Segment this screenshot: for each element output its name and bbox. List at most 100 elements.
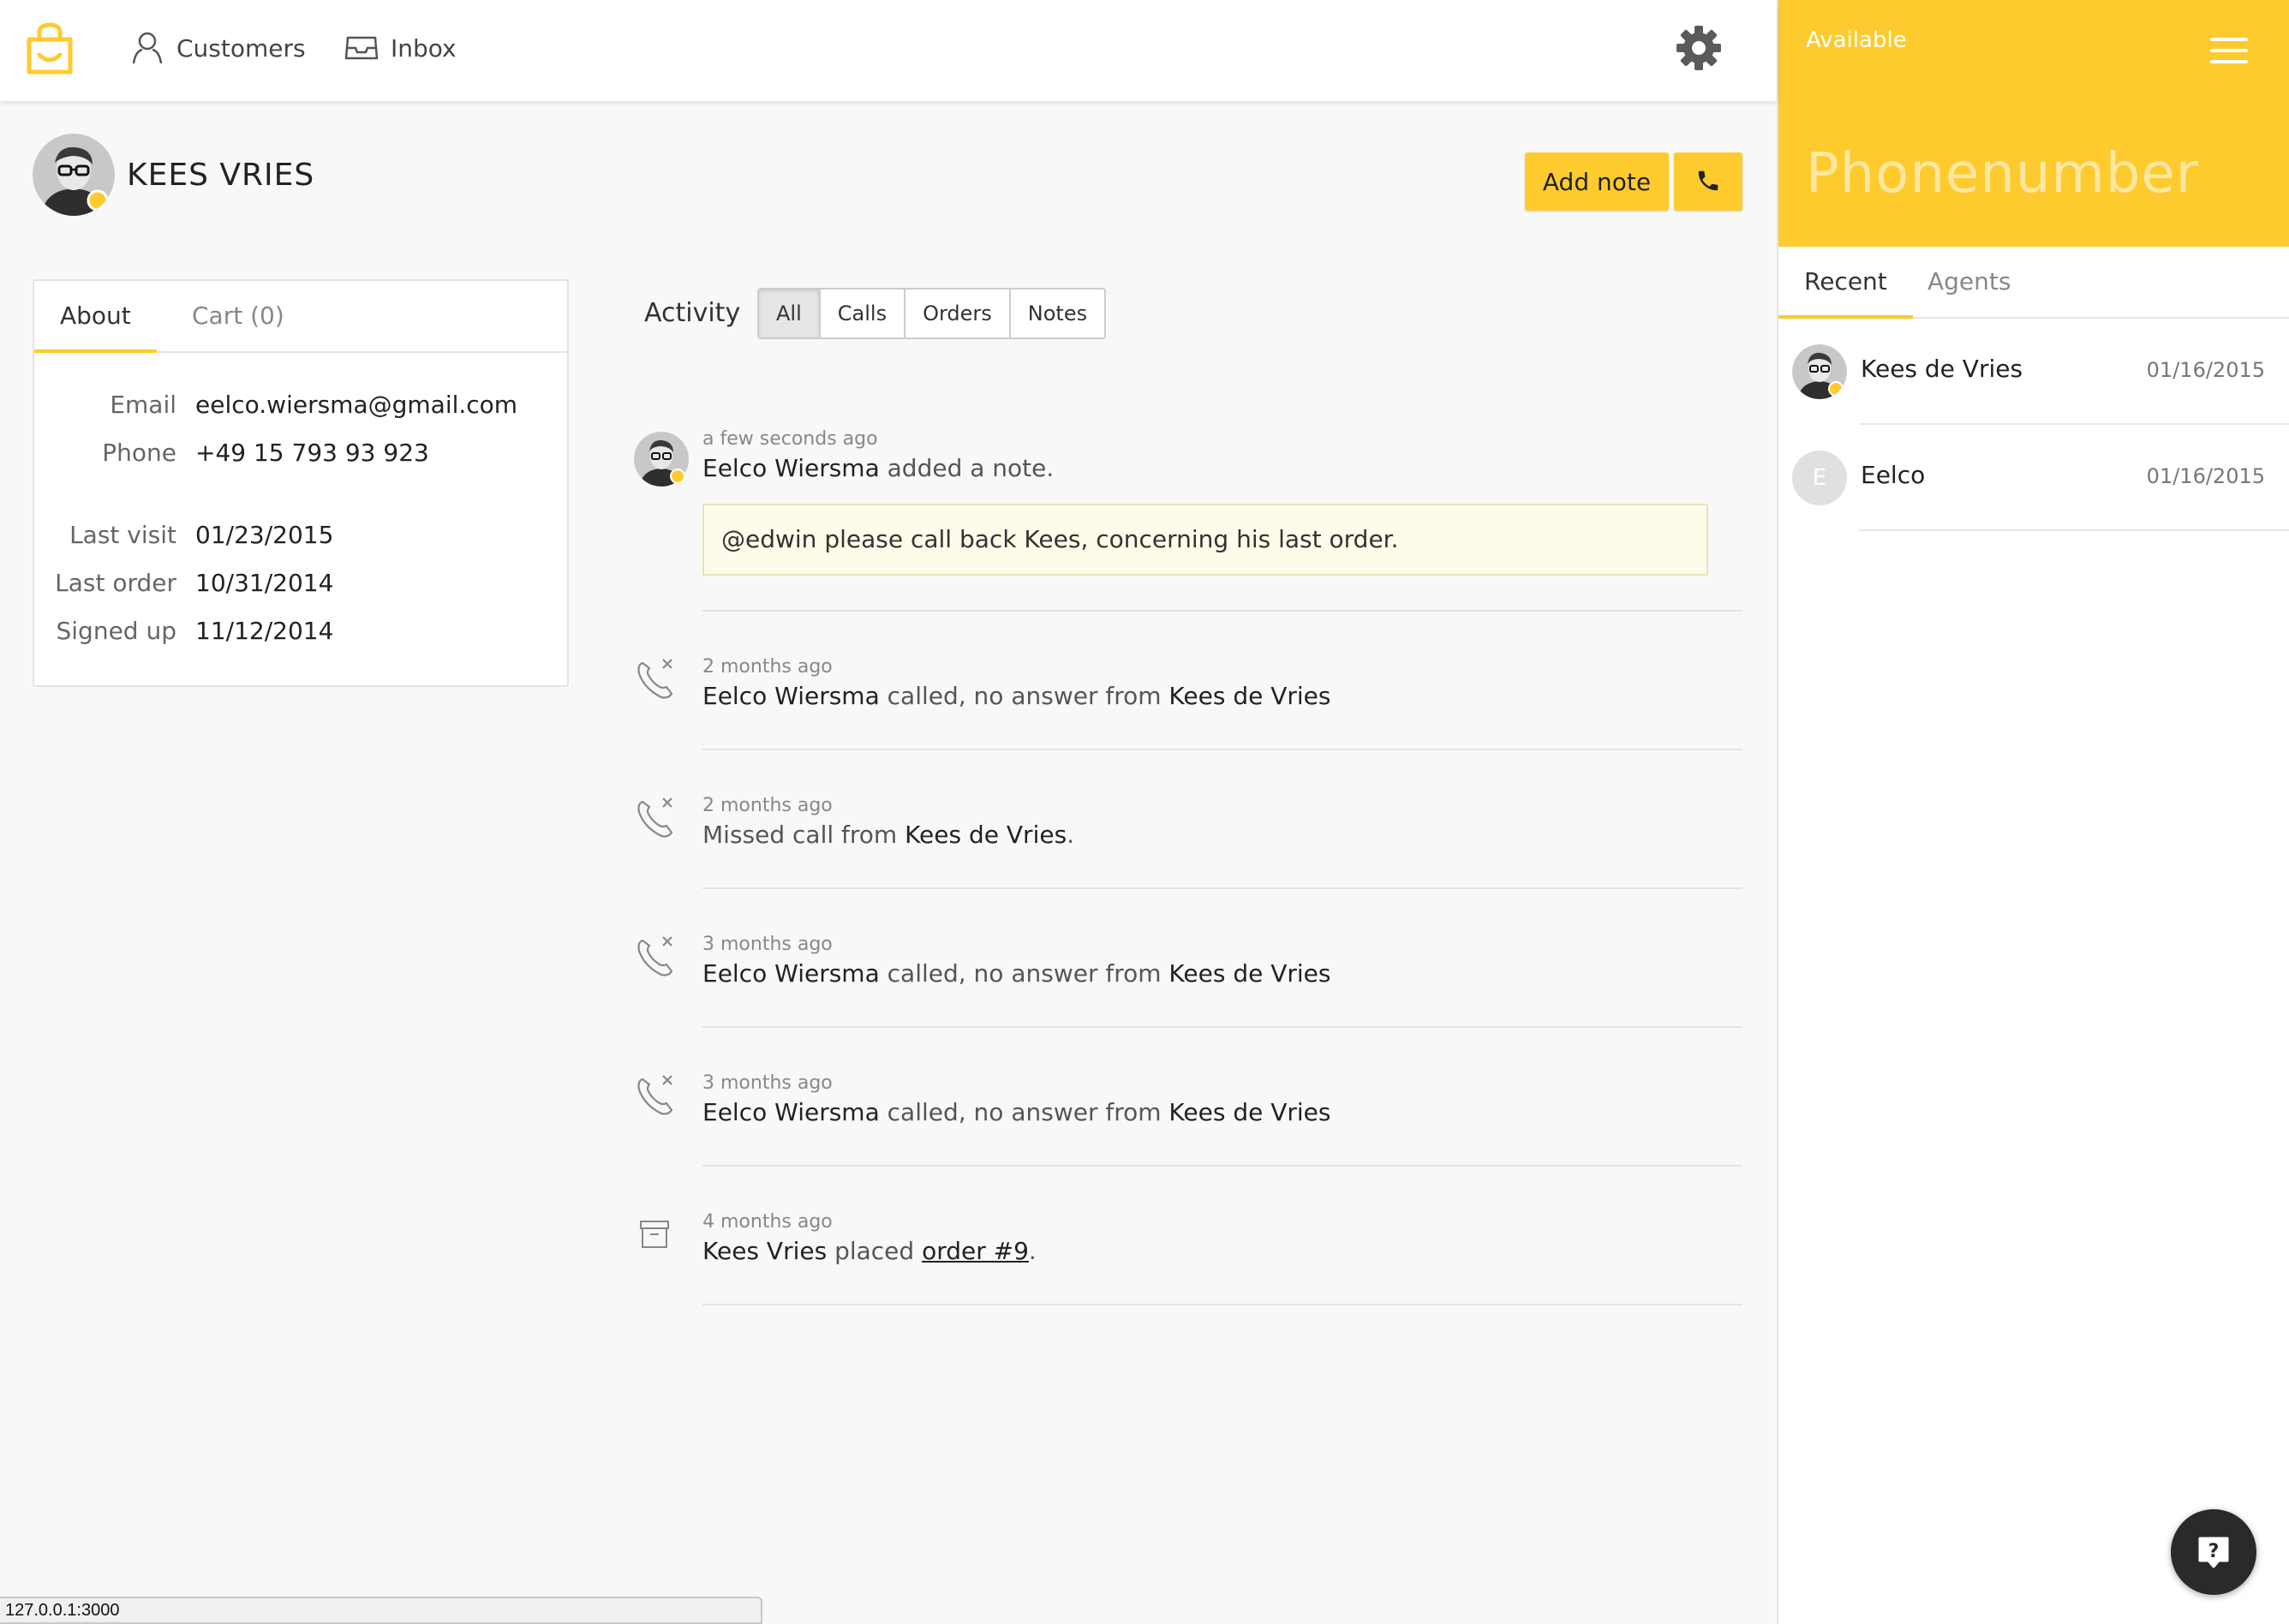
phone-number-input[interactable] bbox=[1778, 101, 2289, 247]
activity-item-call: 3 months ago Eelco Wiersma called, no an… bbox=[634, 934, 1742, 1028]
info-label: Signed up bbox=[56, 617, 177, 645]
phone-value: +49 15 793 93 923 bbox=[195, 439, 429, 467]
last-order-value: 10/31/2014 bbox=[195, 569, 334, 597]
info-row-signed-up: Signed up 11/12/2014 bbox=[34, 617, 567, 654]
activity-heading: Activity bbox=[644, 298, 741, 328]
availability-status[interactable]: Available bbox=[1806, 27, 1907, 53]
activity-time: 2 months ago bbox=[702, 656, 833, 678]
contact-name: Eelco bbox=[1861, 461, 1926, 489]
activity-text: Eelco Wiersma called, no answer from Kee… bbox=[702, 959, 1331, 988]
top-navbar: Customers Inbox bbox=[0, 0, 1777, 101]
inbox-tray-icon bbox=[344, 36, 379, 60]
help-chat-button[interactable]: ? bbox=[2171, 1509, 2256, 1595]
chat-question-icon: ? bbox=[2198, 1537, 2229, 1568]
missed-call-icon bbox=[637, 659, 673, 699]
contact-name: Kees de Vries bbox=[1861, 355, 2023, 383]
order-link[interactable]: order #9 bbox=[922, 1237, 1029, 1265]
browser-status-url: 127.0.0.1:3000 bbox=[0, 1597, 762, 1624]
divider bbox=[702, 887, 1742, 889]
activity-target[interactable]: Kees de Vries bbox=[1168, 1098, 1330, 1126]
nav-inbox-label: Inbox bbox=[391, 33, 457, 63]
customer-name: KEES VRIES bbox=[127, 158, 315, 193]
add-note-button[interactable]: Add note bbox=[1525, 152, 1669, 211]
recent-call-item[interactable]: E Eelco 01/16/2015 bbox=[1778, 425, 2289, 531]
filter-notes[interactable]: Notes bbox=[1011, 290, 1104, 337]
archive-box-icon bbox=[640, 1221, 669, 1248]
activity-suffix: . bbox=[1028, 1237, 1037, 1265]
tab-agents[interactable]: Agents bbox=[1902, 247, 2036, 319]
filter-orders[interactable]: Orders bbox=[905, 290, 1011, 337]
nav-customers-label: Customers bbox=[176, 33, 306, 63]
info-row-phone: Phone +49 15 793 93 923 bbox=[34, 439, 567, 476]
activity-actor[interactable]: Kees Vries bbox=[702, 1237, 827, 1265]
nav-customers[interactable]: Customers bbox=[130, 29, 306, 67]
note-content: @edwin please call back Kees, concerning… bbox=[702, 504, 1708, 576]
activity-target[interactable]: Kees de Vries bbox=[1168, 959, 1330, 988]
info-card-tabs: About Cart (0) bbox=[34, 281, 567, 353]
divider bbox=[702, 749, 1742, 750]
activity-time: a few seconds ago bbox=[702, 428, 878, 450]
activity-actor[interactable]: Eelco Wiersma bbox=[702, 682, 880, 710]
activity-text: Eelco Wiersma called, no answer from Kee… bbox=[702, 1098, 1331, 1126]
recent-call-item[interactable]: Kees de Vries 01/16/2015 bbox=[1778, 319, 2289, 425]
missed-call-icon bbox=[637, 936, 673, 976]
activity-action: called, no answer from bbox=[879, 959, 1169, 988]
activity-target[interactable]: Kees de Vries bbox=[1168, 682, 1330, 710]
filter-calls[interactable]: Calls bbox=[821, 290, 906, 337]
activity-text: Eelco Wiersma called, no answer from Kee… bbox=[702, 682, 1331, 710]
person-icon bbox=[132, 32, 163, 64]
missed-call-icon bbox=[637, 1075, 673, 1115]
info-row-last-order: Last order 10/31/2014 bbox=[34, 569, 567, 606]
activity-filter-group: All Calls Orders Notes bbox=[757, 288, 1107, 339]
divider bbox=[702, 1304, 1742, 1305]
activity-actor[interactable]: Eelco Wiersma bbox=[702, 1098, 880, 1126]
contact-avatar bbox=[1792, 344, 1847, 399]
tab-cart[interactable]: Cart (0) bbox=[166, 281, 310, 353]
activity-suffix: . bbox=[1067, 821, 1075, 849]
info-row-last-visit: Last visit 01/23/2015 bbox=[34, 521, 567, 558]
availability-bar: Available bbox=[1778, 0, 2289, 101]
divider bbox=[702, 1165, 1742, 1167]
info-label: Last order bbox=[55, 569, 176, 597]
activity-time: 3 months ago bbox=[702, 934, 833, 955]
nav-inbox[interactable]: Inbox bbox=[344, 29, 457, 67]
customer-avatar bbox=[33, 134, 115, 216]
activity-item-call: 2 months ago Eelco Wiersma called, no an… bbox=[634, 656, 1742, 750]
activity-action: called, no answer from bbox=[879, 682, 1169, 710]
call-button[interactable] bbox=[1674, 152, 1742, 211]
activity-actor[interactable]: Eelco Wiersma bbox=[702, 959, 880, 988]
shopping-bag-logo-icon[interactable] bbox=[24, 22, 75, 75]
activity-time: 3 months ago bbox=[702, 1072, 833, 1094]
tab-recent[interactable]: Recent bbox=[1778, 247, 1913, 319]
customer-info-card: About Cart (0) Email eelco.wiersma@gmail… bbox=[33, 279, 569, 687]
filter-all[interactable]: All bbox=[759, 290, 821, 337]
activity-item-call: 3 months ago Eelco Wiersma called, no an… bbox=[634, 1072, 1742, 1167]
panel-tabs: Recent Agents bbox=[1778, 247, 2289, 319]
contact-initial-avatar: E bbox=[1792, 451, 1847, 505]
activity-actor[interactable]: Eelco Wiersma bbox=[702, 454, 880, 482]
gear-icon[interactable] bbox=[1675, 24, 1723, 72]
activity-item-missed-call: 2 months ago Missed call from Kees de Vr… bbox=[634, 795, 1742, 889]
activity-item-order: 4 months ago Kees Vries placed order #9. bbox=[634, 1211, 1742, 1305]
activity-action: added a note. bbox=[879, 454, 1055, 482]
call-date: 01/16/2015 bbox=[2146, 464, 2265, 488]
activity-text: Kees Vries placed order #9. bbox=[702, 1237, 1037, 1265]
tab-about[interactable]: About bbox=[34, 281, 157, 353]
last-visit-value: 01/23/2015 bbox=[195, 521, 334, 549]
email-value: eelco.wiersma@gmail.com bbox=[195, 391, 518, 419]
missed-call-icon bbox=[637, 797, 673, 838]
activity-time: 2 months ago bbox=[702, 795, 833, 816]
signed-up-value: 11/12/2014 bbox=[195, 617, 334, 645]
user-avatar bbox=[634, 432, 689, 487]
activity-time: 4 months ago bbox=[702, 1211, 833, 1233]
info-label: Email bbox=[110, 391, 176, 419]
activity-item-note: a few seconds ago Eelco Wiersma added a … bbox=[634, 428, 1742, 612]
divider bbox=[1859, 529, 2289, 531]
activity-target[interactable]: Kees de Vries bbox=[905, 821, 1067, 849]
divider bbox=[702, 1026, 1742, 1028]
menu-icon[interactable] bbox=[2210, 38, 2248, 63]
info-label: Phone bbox=[102, 439, 176, 467]
activity-action: placed bbox=[827, 1237, 923, 1265]
divider bbox=[702, 610, 1742, 612]
activity-text: Missed call from Kees de Vries. bbox=[702, 821, 1074, 849]
